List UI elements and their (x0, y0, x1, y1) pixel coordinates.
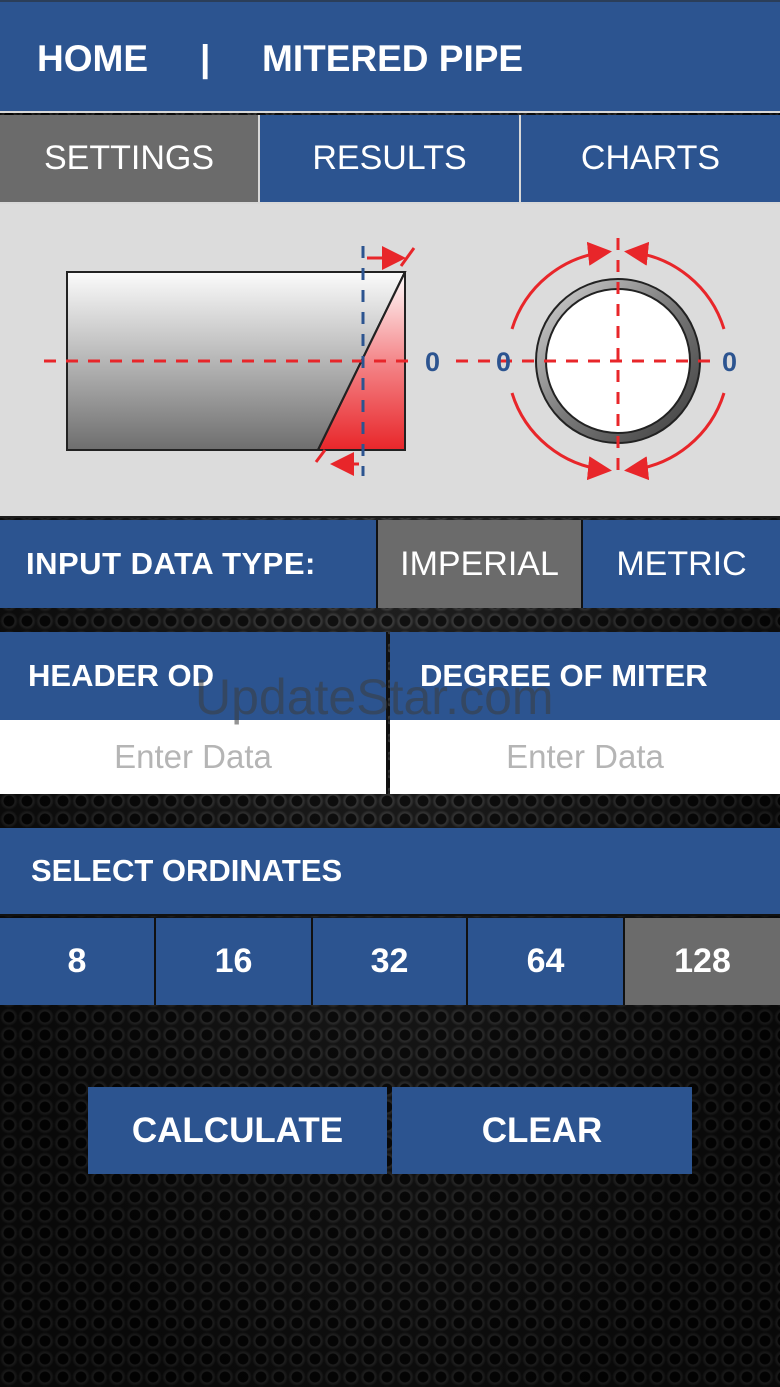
input-fields: HEADER OD DEGREE OF MITER (0, 632, 780, 794)
ordinates-selector: 8 16 32 64 128 (0, 918, 780, 1005)
tab-bar: SETTINGS RESULTS CHARTS (0, 115, 780, 204)
calculate-button[interactable]: CALCULATE (88, 1087, 387, 1174)
pipe-diagram-graphic: 0 0 0 (44, 238, 737, 481)
header-od-label: HEADER OD (0, 632, 386, 720)
ordinate-8-button[interactable]: 8 (0, 918, 156, 1005)
imperial-button[interactable]: IMPERIAL (378, 520, 583, 608)
zero-label-left: 0 (496, 347, 511, 377)
ordinate-128-button[interactable]: 128 (625, 918, 780, 1005)
ordinate-32-button[interactable]: 32 (313, 918, 468, 1005)
zero-label-side: 0 (425, 347, 440, 377)
ordinate-16-button[interactable]: 16 (156, 918, 313, 1005)
zero-label-right: 0 (722, 347, 737, 377)
header-separator: | (200, 38, 211, 79)
select-ordinates-label: SELECT ORDINATES (0, 828, 780, 916)
metric-button[interactable]: METRIC (583, 520, 780, 608)
degree-of-miter-input[interactable] (390, 720, 780, 794)
top-bar: HOME | MITERED PIPE (0, 0, 780, 113)
header-od-group: HEADER OD (0, 632, 388, 794)
tab-charts[interactable]: CHARTS (521, 115, 780, 204)
tab-settings[interactable]: SETTINGS (0, 115, 260, 204)
pipe-side-view (44, 246, 418, 476)
tab-results[interactable]: RESULTS (260, 115, 521, 204)
degree-of-miter-label: DEGREE OF MITER (390, 632, 780, 720)
home-link[interactable]: HOME (37, 38, 148, 80)
degree-of-miter-group: DEGREE OF MITER (390, 632, 780, 794)
header-od-input[interactable] (0, 720, 386, 794)
clear-button[interactable]: CLEAR (392, 1087, 692, 1174)
pipe-diagram: 0 0 0 (0, 204, 780, 518)
page-title: MITERED PIPE (262, 38, 524, 79)
ordinate-64-button[interactable]: 64 (468, 918, 625, 1005)
input-data-type-label: INPUT DATA TYPE: (0, 520, 378, 608)
input-data-type-row: INPUT DATA TYPE: IMPERIAL METRIC (0, 520, 780, 608)
